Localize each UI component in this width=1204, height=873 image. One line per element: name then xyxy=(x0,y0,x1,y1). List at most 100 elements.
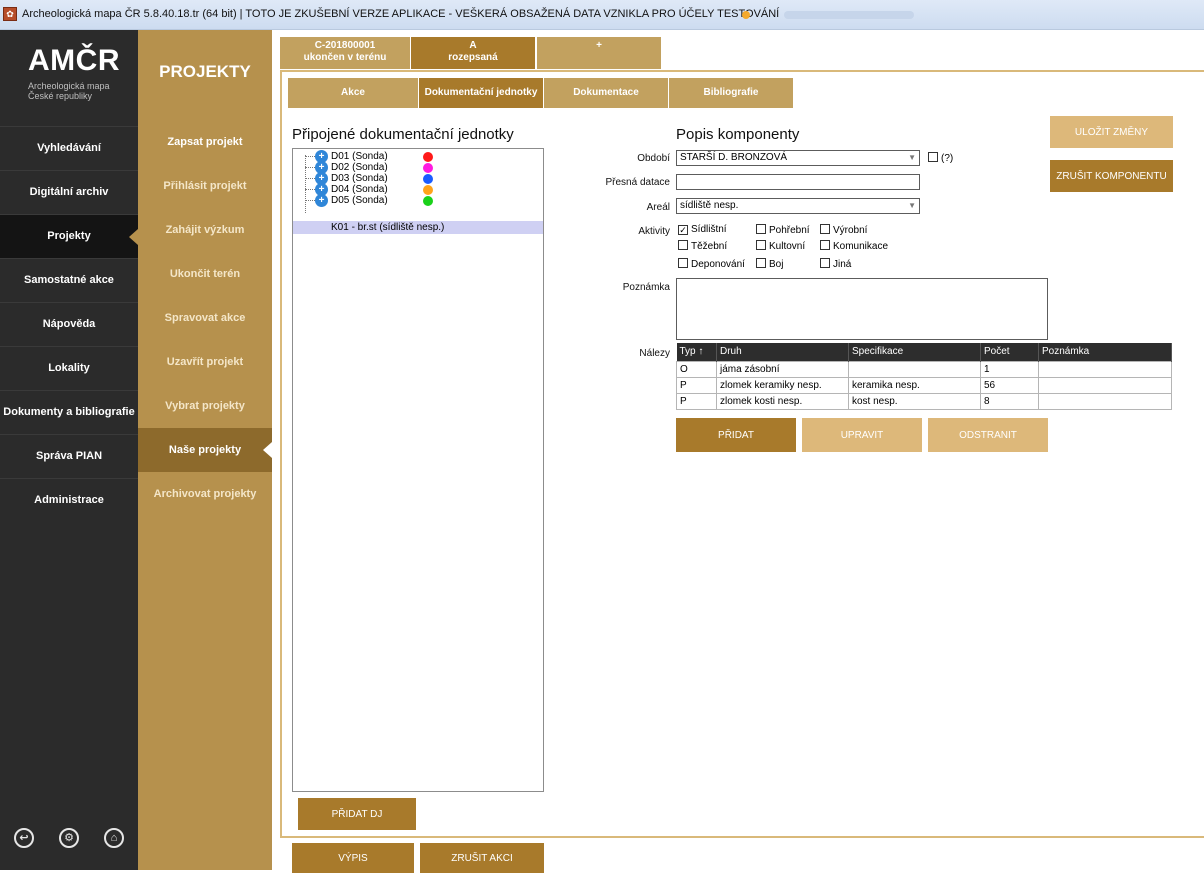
user-settings-icon[interactable]: ⚙ xyxy=(59,828,79,848)
nav-item-sprava-pian[interactable]: Správa PIAN xyxy=(0,434,138,478)
table-row[interactable]: P zlomek kosti nesp. kost nesp. 8 xyxy=(676,392,1172,410)
checkbox-icon xyxy=(756,240,766,250)
area-label: Areál xyxy=(646,202,670,213)
activity-label: Sídlištní xyxy=(691,224,727,235)
activity-checkbox-kultovni[interactable]: Kultovní xyxy=(756,240,805,252)
sub-item-uzavrit-projekt[interactable]: Uzavřít projekt xyxy=(138,340,272,384)
nav-item-digitalni-archiv[interactable]: Digitální archiv xyxy=(0,170,138,214)
tab-action[interactable]: A rozepsaná xyxy=(411,37,535,69)
add-dj-button[interactable]: PŘIDAT DJ xyxy=(298,798,416,830)
nav-item-lokality[interactable]: Lokality xyxy=(0,346,138,390)
note-label: Poznámka xyxy=(622,282,670,293)
nav-item-samostatne-akce[interactable]: Samostatné akce xyxy=(0,258,138,302)
finds-table: Typ ↑ Druh Specifikace Počet Poznámka O … xyxy=(676,343,1172,410)
logo-title: AMČR xyxy=(28,44,120,77)
sub-item-spravovat-akce[interactable]: Spravovat akce xyxy=(138,296,272,340)
activity-checkbox-sidlistni[interactable]: ✓ Sídlištní xyxy=(678,224,727,236)
activity-checkbox-jina[interactable]: Jiná xyxy=(820,258,851,270)
nav-item-projekty[interactable]: Projekty xyxy=(0,214,138,258)
add-find-button[interactable]: PŘIDAT xyxy=(676,418,796,452)
documentation-unit-tree: + D01 (Sonda) + D02 (Sonda) + D03 (Sonda… xyxy=(292,148,544,792)
tree-node[interactable]: + D01 (Sonda) xyxy=(293,150,543,163)
period-select[interactable]: STARŠÍ D. BRONZOVÁ ▼ xyxy=(676,150,920,166)
nav-item-dokumenty[interactable]: Dokumenty a bibliografie xyxy=(0,390,138,434)
checkbox-icon xyxy=(678,240,688,250)
table-row[interactable]: O jáma zásobní 1 xyxy=(676,360,1172,378)
checkbox-icon xyxy=(678,258,688,268)
tree-node[interactable]: + D03 (Sonda) xyxy=(293,172,543,185)
cell-pocet: 8 xyxy=(980,392,1039,410)
cell-druh: zlomek kosti nesp. xyxy=(716,392,849,410)
tab-bibliografie[interactable]: Bibliografie xyxy=(669,78,793,108)
nav-item-vyhledavani[interactable]: Vyhledávání xyxy=(0,126,138,170)
remove-find-button[interactable]: ODSTRANIT xyxy=(928,418,1048,452)
tab-add-new[interactable]: + xyxy=(537,37,661,69)
cell-druh: zlomek keramiky nesp. xyxy=(716,376,849,394)
cancel-component-button[interactable]: ZRUŠIT KOMPONENTU xyxy=(1050,160,1173,192)
checkbox-icon xyxy=(756,258,766,268)
tab-dokumentace[interactable]: Dokumentace xyxy=(544,78,668,108)
sub-item-zahajit-vyzkum[interactable]: Zahájit výzkum xyxy=(138,208,272,252)
status-dot-icon xyxy=(742,11,750,19)
home-icon[interactable]: ⌂ xyxy=(104,828,124,848)
cell-typ: P xyxy=(676,376,717,394)
tree-node[interactable]: + D05 (Sonda) xyxy=(293,194,543,207)
color-dot-icon xyxy=(423,152,433,162)
activity-checkbox-tezebni[interactable]: Těžební xyxy=(678,240,727,252)
column-header-druh[interactable]: Druh xyxy=(716,343,849,361)
cell-pocet: 1 xyxy=(980,360,1039,378)
period-hint: (?) xyxy=(941,153,954,164)
checkbox-icon xyxy=(820,240,830,250)
activity-label: Deponování xyxy=(691,259,745,270)
cancel-action-button[interactable]: ZRUŠIT AKCI xyxy=(420,843,544,873)
sub-item-archivovat-projekty[interactable]: Archivovat projekty xyxy=(138,472,272,516)
activity-checkbox-komunikace[interactable]: Komunikace xyxy=(820,240,888,252)
unit-node-icon: + xyxy=(315,194,328,207)
sub-item-ukoncit-teren[interactable]: Ukončit terén xyxy=(138,252,272,296)
checkbox-icon xyxy=(820,224,830,234)
color-dot-icon xyxy=(423,163,433,173)
activity-label: Jiná xyxy=(833,259,852,270)
cell-specifikace xyxy=(848,360,981,378)
main-navigation: AMČR Archeologická mapa České republiky … xyxy=(0,30,138,870)
form-title: Popis komponenty xyxy=(676,126,800,143)
cell-typ: O xyxy=(676,360,717,378)
sub-item-zapsat-projekt[interactable]: Zapsat projekt xyxy=(138,120,272,164)
logout-icon[interactable]: ↩ xyxy=(14,828,34,848)
save-changes-button[interactable]: ULOŽIT ZMĚNY xyxy=(1050,116,1173,148)
activity-checkbox-deponovani[interactable]: Deponování xyxy=(678,258,745,270)
tab-project[interactable]: C-201800001 ukončen v terénu xyxy=(280,37,410,69)
column-header-pocet[interactable]: Počet xyxy=(980,343,1039,361)
finds-header-row: Typ ↑ Druh Specifikace Počet Poznámka xyxy=(676,343,1172,361)
finds-label: Nálezy xyxy=(639,348,670,359)
list-button[interactable]: VÝPIS xyxy=(292,843,414,873)
table-row[interactable]: P zlomek keramiky nesp. keramika nesp. 5… xyxy=(676,376,1172,394)
dating-input[interactable] xyxy=(676,174,920,190)
column-header-poznamka[interactable]: Poznámka xyxy=(1038,343,1172,361)
sub-item-prihlasit-projekt[interactable]: Přihlásit projekt xyxy=(138,164,272,208)
dating-label: Přesná datace xyxy=(605,177,671,188)
area-select[interactable]: sídliště nesp. ▼ xyxy=(676,198,920,214)
tab-dokumentacni-jednotky[interactable]: Dokumentační jednotky xyxy=(419,78,543,108)
tab-akce[interactable]: Akce xyxy=(288,78,418,108)
tree-child-component[interactable]: K01 - br.st (sídliště nesp.) xyxy=(293,221,543,234)
activity-label: Výrobní xyxy=(833,225,868,236)
activity-checkbox-boj[interactable]: Boj xyxy=(756,258,783,270)
sub-item-vybrat-projekty[interactable]: Vybrat projekty xyxy=(138,384,272,428)
period-uncertain-checkbox[interactable]: (?) xyxy=(928,152,953,164)
tree-node[interactable]: + D04 (Sonda) xyxy=(293,183,543,196)
sub-item-nase-projekty[interactable]: Naše projekty xyxy=(138,428,272,472)
column-header-specifikace[interactable]: Specifikace xyxy=(848,343,981,361)
edit-find-button[interactable]: UPRAVIT xyxy=(802,418,922,452)
nav-item-administrace[interactable]: Administrace xyxy=(0,478,138,522)
activity-checkbox-vyrobni[interactable]: Výrobní xyxy=(820,224,867,236)
dropdown-arrow-icon: ▼ xyxy=(908,153,916,162)
cell-poznamka xyxy=(1038,392,1172,410)
period-value: STARŠÍ D. BRONZOVÁ xyxy=(680,152,788,163)
activity-checkbox-pohrebni[interactable]: Pohřební xyxy=(756,224,810,236)
column-header-typ[interactable]: Typ ↑ xyxy=(676,343,717,361)
note-textarea[interactable] xyxy=(676,278,1048,340)
nav-item-napoveda[interactable]: Nápověda xyxy=(0,302,138,346)
tab-add-plus: + xyxy=(596,40,602,51)
tree-node[interactable]: + D02 (Sonda) xyxy=(293,161,543,174)
